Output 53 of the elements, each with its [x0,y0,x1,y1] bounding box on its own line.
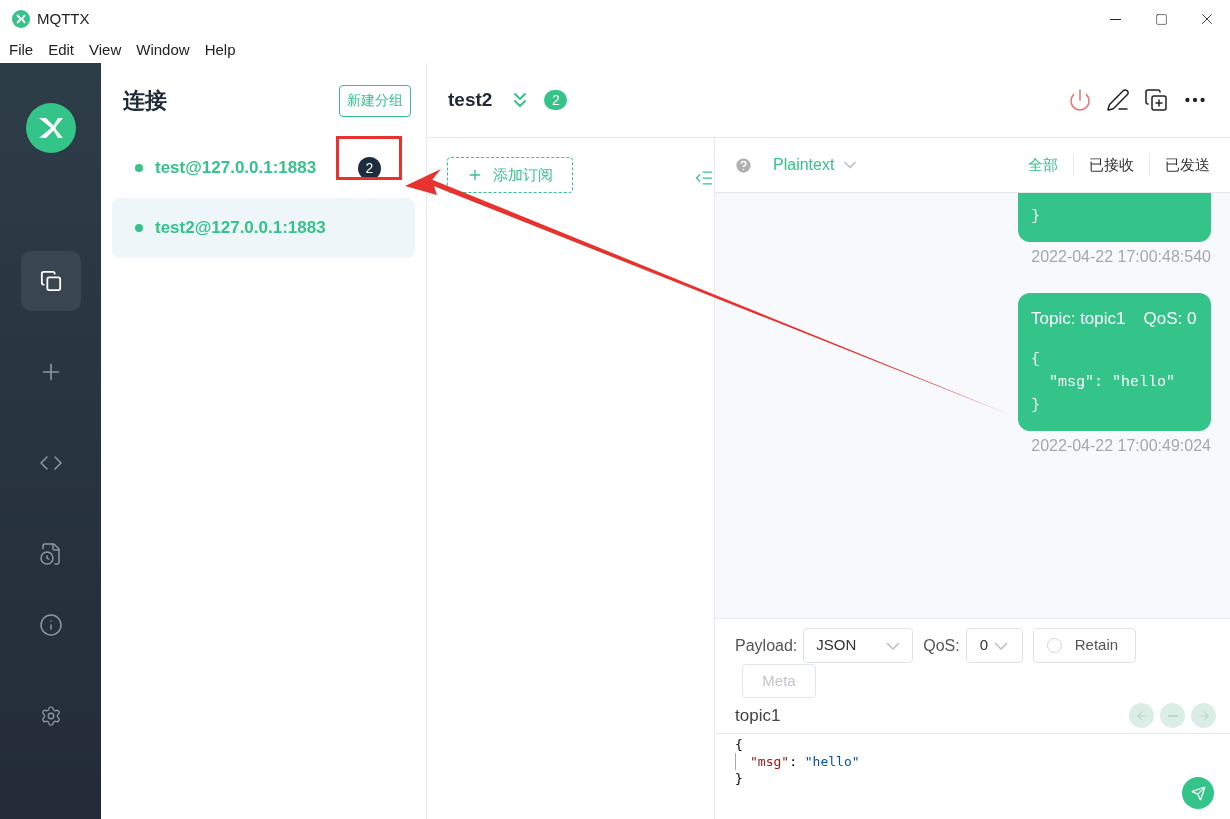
menu-item[interactable]: Edit [48,39,75,62]
qos-select[interactable]: 0 [965,628,1023,663]
connection-name: test@127.0.0.1:1883 [155,157,317,180]
connection-name: test2@127.0.0.1:1883 [155,217,326,240]
menu-item[interactable]: Window [136,39,190,62]
next-button[interactable] [1191,703,1216,728]
qos-label: QoS: [923,635,960,656]
nav-button[interactable] [20,251,81,311]
edit-icon[interactable] [1106,88,1130,112]
help-icon[interactable] [734,155,753,175]
message-time: 2022-04-22 17:00:48:540 [1031,247,1211,267]
log-icon [38,542,63,566]
app-logo-icon [25,103,76,153]
retain-checkbox[interactable]: Retain [1032,628,1136,663]
message-payload-line: } [1031,395,1041,416]
app-logo-icon [12,10,30,28]
previous-button[interactable] [1129,703,1154,728]
message-payload-line: } [1031,207,1041,227]
window-title: MQTTX [37,8,90,29]
filter-tab[interactable]: 已接收 [1073,153,1149,177]
plus-icon [467,167,483,183]
send-icon [1190,785,1206,801]
message-topic: Topic: topic1 [1031,308,1126,330]
menu-item[interactable]: View [89,39,122,62]
new-window-icon[interactable] [1144,88,1168,112]
payload-label: Payload: [735,635,798,656]
disconnect-icon[interactable] [1068,88,1092,112]
clear-button[interactable] [1160,703,1185,728]
connection-title: test2 [448,87,493,112]
panel-title: 连接 [123,87,167,115]
message-payload-line: "msg": "hello" [1048,372,1177,393]
message-count: 2 [544,90,568,110]
chevron-down-icon [994,641,1009,650]
code-line: } [735,770,744,787]
menu-item[interactable]: Help [204,39,236,62]
unread-count: 2 [358,156,381,180]
menu-item[interactable]: File [9,39,34,62]
message-qos: QoS: 0 [1143,308,1197,330]
settings-icon [39,705,62,727]
message-payload-line: { [1031,349,1041,370]
minimize-icon [1109,18,1121,20]
connections-icon [39,270,62,292]
code-line: "msg": "hello" [735,753,1230,770]
message-time: 2022-04-22 17:00:49:024 [1031,435,1211,456]
connection-item[interactable]: test@127.0.0.1:1883 2 [112,138,415,198]
maximize-icon [1154,12,1168,26]
info-icon [38,613,63,637]
payload-format-select[interactable]: JSON [803,628,914,663]
filter-tab[interactable]: 已发送 [1149,153,1230,177]
code-line: { [735,736,744,753]
send-button[interactable] [1182,777,1214,809]
chevron-down-icon [886,641,901,650]
topic-field[interactable]: topic1 [735,702,781,729]
